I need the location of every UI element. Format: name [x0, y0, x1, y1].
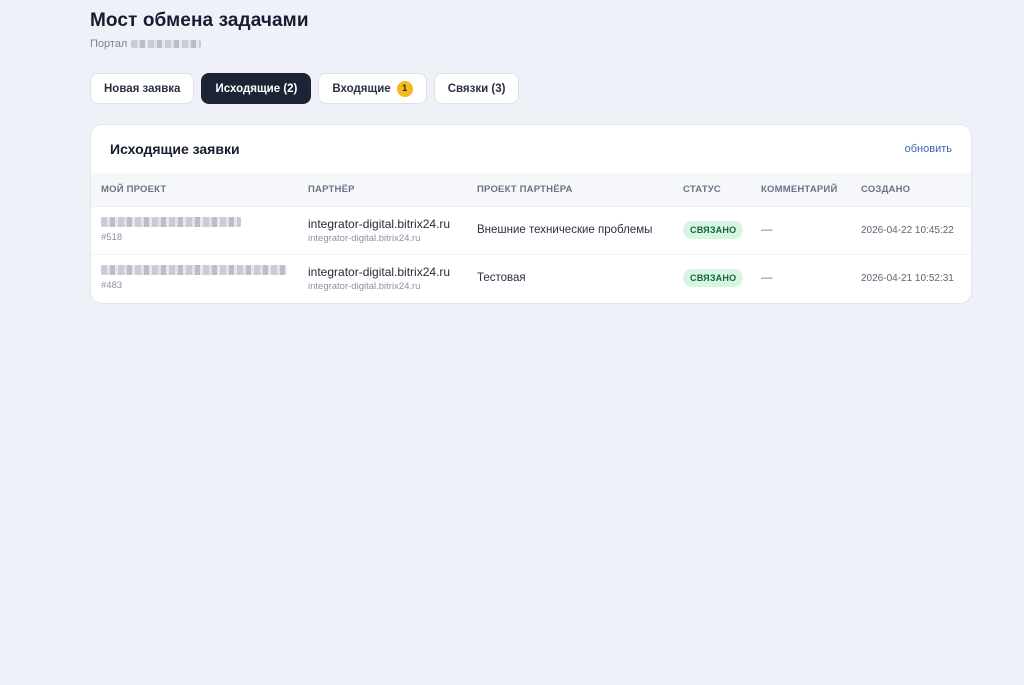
cell-created: 2026-04-22 10:45:22: [861, 224, 954, 236]
tab-label: Входящие: [332, 82, 391, 95]
tab-label: Связки (3): [447, 82, 506, 95]
cell-partner-project: Тестовая: [477, 272, 526, 285]
table-row[interactable]: #483 integrator-digital.bitrix24.ru inte…: [91, 254, 971, 302]
page-title: Мост обмена задачами: [90, 10, 309, 31]
cell-partner: integrator-digital.bitrix24.ru integrato…: [298, 206, 467, 254]
outgoing-requests-card: Исходящие заявки обновить Мой проект Пар…: [90, 124, 972, 304]
card-header: Исходящие заявки обновить: [91, 125, 971, 173]
project-name-redacted: [101, 265, 287, 276]
project-name-redacted: [101, 217, 241, 227]
cell-my-project: #518: [91, 206, 298, 254]
partner-domain: integrator-digital.bitrix24.ru: [308, 216, 451, 231]
partner-subdomain: integrator-digital.bitrix24.ru: [308, 280, 421, 292]
portal-line: Портал: [90, 38, 309, 50]
column-header-comment: Комментарий: [761, 183, 838, 195]
portal-name-redacted: [131, 40, 202, 48]
page: Мост обмена задачами Портал Новая заявка…: [0, 0, 1024, 685]
cell-created: 2026-04-21 10:52:31: [861, 272, 954, 284]
tab-links[interactable]: Связки (3): [433, 73, 520, 104]
status-badge: СВЯЗАНО: [683, 269, 744, 288]
cell-my-project: #483: [91, 254, 298, 302]
tab-bar: Новая заявка Исходящие (2) Входящие 1 Св…: [90, 73, 520, 104]
incoming-count-badge: 1: [396, 80, 413, 97]
card-title: Исходящие заявки: [110, 141, 240, 157]
project-id: #483: [101, 280, 123, 292]
cell-status: СВЯЗАНО: [673, 206, 751, 254]
table-header-row: Мой проект Партнёр Проект партнёра Стату…: [91, 173, 971, 206]
tab-outgoing[interactable]: Исходящие (2): [201, 73, 312, 104]
table-row[interactable]: #518 integrator-digital.bitrix24.ru inte…: [91, 206, 971, 254]
status-badge: СВЯЗАНО: [683, 221, 744, 239]
cell-comment: —: [761, 224, 773, 236]
refresh-link[interactable]: обновить: [905, 143, 952, 155]
column-header-status: Статус: [683, 183, 721, 195]
tab-label: Исходящие (2): [215, 82, 298, 95]
cell-partner-project: Внешние технические проблемы: [477, 224, 653, 236]
tab-new-request[interactable]: Новая заявка: [90, 73, 195, 104]
partner-subdomain: integrator-digital.bitrix24.ru: [308, 232, 421, 244]
column-header-my-project: Мой проект: [101, 183, 167, 195]
cell-comment: —: [761, 272, 773, 285]
requests-table: Мой проект Партнёр Проект партнёра Стату…: [91, 173, 971, 302]
header: Мост обмена задачами Портал: [90, 10, 309, 50]
column-header-partner-project: Проект партнёра: [477, 183, 573, 195]
column-header-partner: Партнёр: [308, 183, 355, 195]
tab-label: Новая заявка: [104, 82, 181, 95]
project-id: #518: [101, 232, 123, 243]
tab-incoming[interactable]: Входящие 1: [318, 73, 427, 104]
portal-label: Портал: [90, 38, 128, 50]
column-header-created: Создано: [861, 183, 911, 195]
partner-domain: integrator-digital.bitrix24.ru: [308, 264, 451, 279]
cell-partner: integrator-digital.bitrix24.ru integrato…: [298, 254, 467, 302]
cell-status: СВЯЗАНО: [673, 254, 751, 302]
